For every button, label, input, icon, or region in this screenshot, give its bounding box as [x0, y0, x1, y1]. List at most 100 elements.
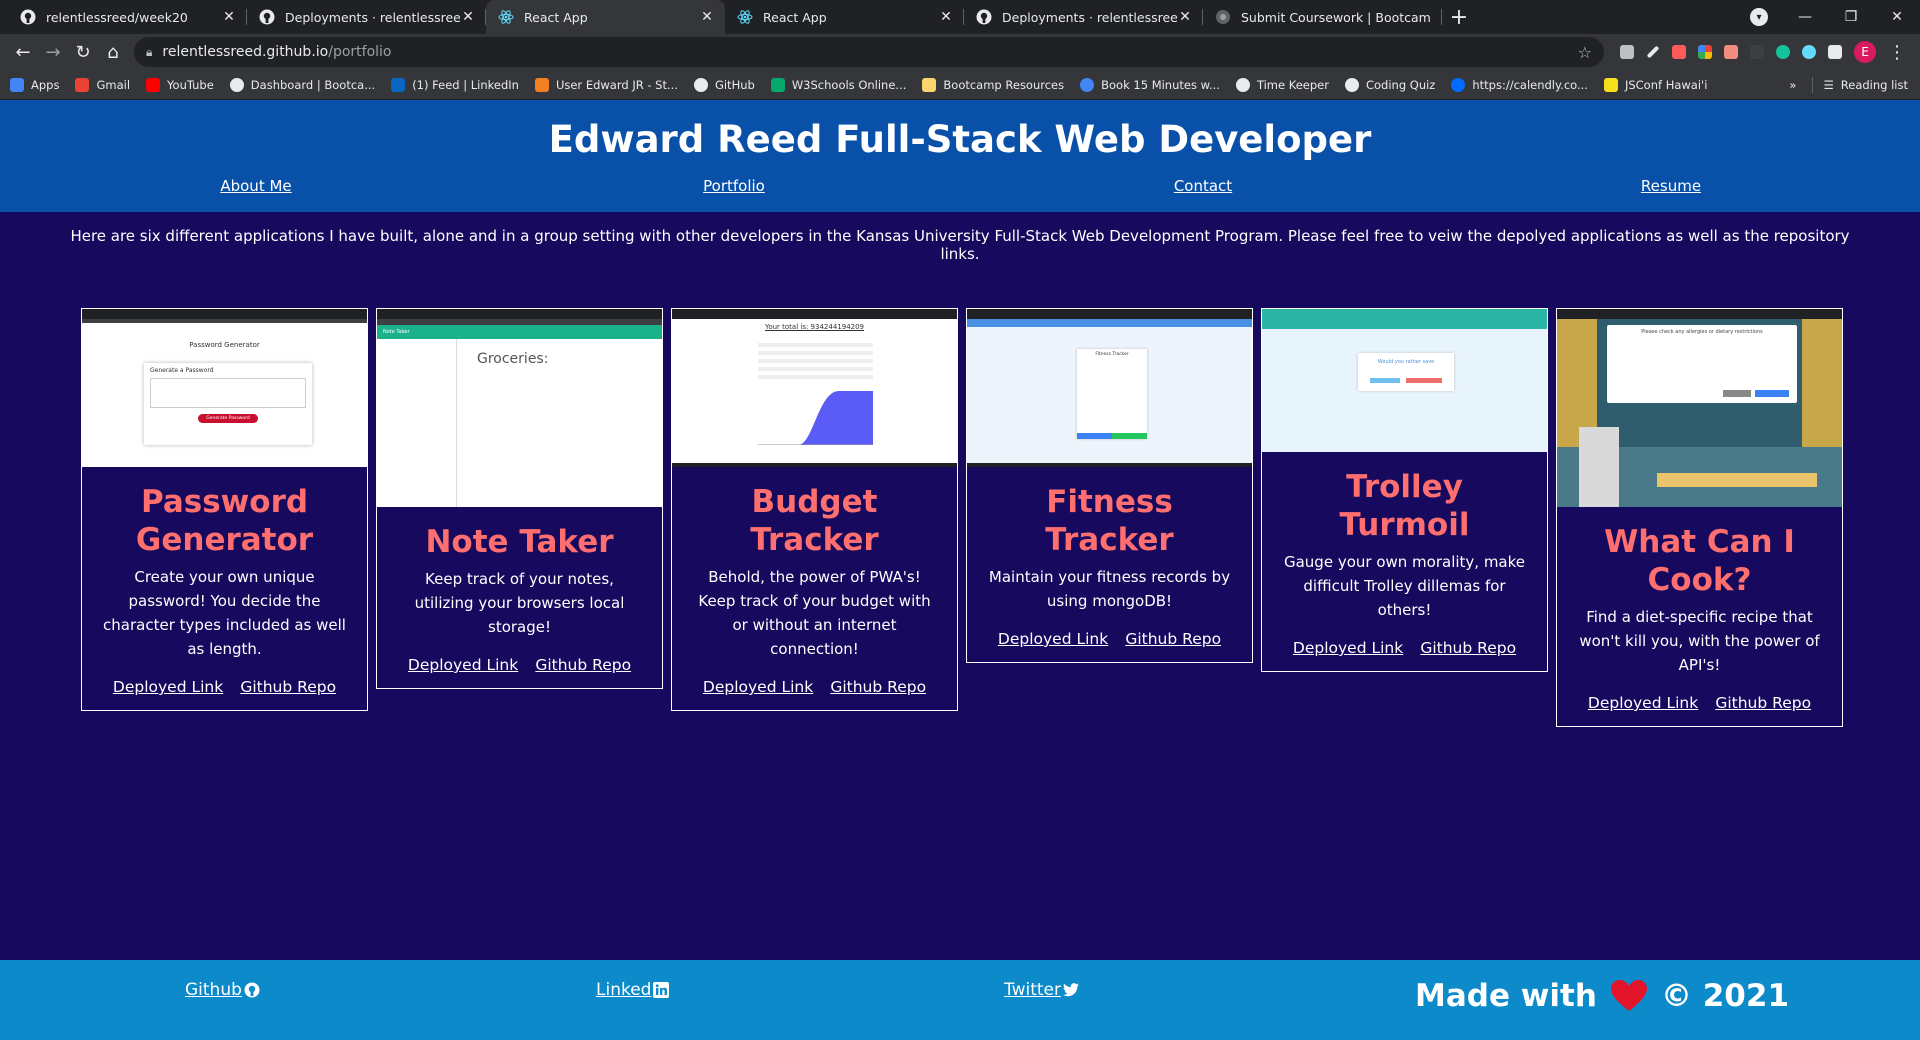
bookmark-star-icon[interactable]: ☆: [1578, 43, 1592, 62]
gmail-icon: [75, 77, 90, 92]
close-icon[interactable]: ✕: [938, 9, 954, 25]
profile-avatar[interactable]: E: [1854, 41, 1876, 63]
github-icon: [976, 9, 992, 25]
nav-about-me[interactable]: About Me: [220, 177, 291, 195]
close-icon[interactable]: ✕: [460, 9, 476, 25]
bookmark-github[interactable]: GitHub: [693, 77, 755, 92]
tab-search-icon[interactable]: ▾: [1750, 8, 1768, 26]
github-repo-link[interactable]: Github Repo: [1125, 630, 1221, 648]
card-title: What Can I Cook?: [1604, 524, 1795, 598]
card-note-taker: Note Taker Groceries: Note Taker Keep tr…: [376, 308, 663, 689]
grammarly-icon[interactable]: [1770, 37, 1796, 67]
url-path: /portfolio: [328, 44, 392, 60]
github-repo-link[interactable]: Github Repo: [830, 678, 926, 696]
close-icon[interactable]: ✕: [1177, 9, 1193, 25]
maximize-icon[interactable]: ❐: [1828, 0, 1874, 34]
github-repo-link[interactable]: Github Repo: [535, 656, 631, 674]
made-with-label: Made with: [1415, 978, 1597, 1014]
project-screenshot[interactable]: Fitness Tracker: [967, 309, 1252, 467]
close-icon[interactable]: ✕: [221, 9, 237, 25]
color-extension-icon[interactable]: [1666, 37, 1692, 67]
deployed-link[interactable]: Deployed Link: [408, 656, 518, 674]
apps-grid-icon: [10, 77, 24, 92]
deployed-link[interactable]: Deployed Link: [1293, 639, 1403, 657]
card-links: Deployed Link Github Repo: [967, 629, 1252, 648]
thumb-heading: Would you rather save: [1377, 359, 1435, 365]
nav-portfolio[interactable]: Portfolio: [703, 177, 765, 195]
site-title: Edward Reed Full-Stack Web Developer: [548, 118, 1372, 161]
reload-icon[interactable]: ↻: [68, 37, 98, 67]
github-icon: [693, 77, 708, 92]
dark-extension-icon[interactable]: [1744, 37, 1770, 67]
project-screenshot[interactable]: Please check any allergies or dietary re…: [1557, 309, 1842, 507]
tab-deployments-2[interactable]: Deployments · relentlessreed/we ✕: [964, 0, 1203, 34]
window-controls: — ❐ ✕: [1782, 0, 1920, 34]
puzzle-extensions-icon[interactable]: [1822, 37, 1848, 67]
extension-icon[interactable]: [1614, 37, 1640, 67]
project-screenshot[interactable]: Your total is: 934244194209: [672, 309, 957, 467]
made-with-text: Made with © 2021: [1415, 978, 1789, 1014]
card-description: Keep track of your notes, utilizing your…: [414, 570, 625, 636]
bookmark-youtube[interactable]: YouTube: [146, 77, 214, 92]
back-icon[interactable]: ←: [8, 37, 38, 67]
bookmark-gmail[interactable]: Gmail: [75, 77, 130, 92]
deployed-link[interactable]: Deployed Link: [703, 678, 813, 696]
bookmark-apps[interactable]: Apps: [10, 77, 59, 92]
bookmark-dashboard[interactable]: Dashboard | Bootca...: [229, 77, 375, 92]
tab-react-app[interactable]: React App ✕: [725, 0, 964, 34]
project-screenshot[interactable]: Would you rather save: [1262, 309, 1547, 452]
github-repo-link[interactable]: Github Repo: [1420, 639, 1516, 657]
nav-contact[interactable]: Contact: [1174, 177, 1232, 195]
nav-resume[interactable]: Resume: [1641, 177, 1701, 195]
minimize-icon[interactable]: —: [1782, 0, 1828, 34]
close-window-icon[interactable]: ✕: [1874, 0, 1920, 34]
address-bar[interactable]: 🔒︎ relentlessreed.github.io /portfolio ☆: [134, 37, 1604, 67]
globe-icon: [1344, 77, 1359, 92]
footer-linkedin-link[interactable]: Linked: [596, 980, 670, 1000]
browser-toolbar: ← → ↻ ⌂ 🔒︎ relentlessreed.github.io /por…: [0, 34, 1920, 70]
bookmark-bootcamp-resources[interactable]: Bootcamp Resources: [922, 77, 1064, 92]
tab-week20[interactable]: relentlessreed/week20 ✕: [8, 0, 247, 34]
tab-label: React App: [524, 9, 588, 25]
project-screenshot[interactable]: Password Generator Generate a Password G…: [82, 309, 367, 467]
thumb-heading: Password Generator: [189, 341, 260, 349]
bookmark-jsconf[interactable]: JSConf Hawai'i: [1603, 77, 1707, 92]
react-devtools-icon[interactable]: [1796, 37, 1822, 67]
reading-list-button[interactable]: Reading list: [1841, 78, 1908, 92]
dashboard-icon: [229, 77, 244, 92]
bookmark-book-15[interactable]: Book 15 Minutes w...: [1080, 77, 1220, 92]
project-screenshot[interactable]: Note Taker Groceries:: [377, 309, 662, 507]
pen-extension-icon[interactable]: [1640, 37, 1666, 67]
bookmark-stackoverflow[interactable]: User Edward JR - St...: [534, 77, 678, 92]
tab-submit-coursework[interactable]: Submit Coursework | Bootcamp S: [1203, 0, 1442, 34]
home-icon[interactable]: ⌂: [98, 37, 128, 67]
close-icon[interactable]: ✕: [699, 9, 715, 25]
deployed-link[interactable]: Deployed Link: [113, 678, 223, 696]
bookmark-linkedin[interactable]: (1) Feed | LinkedIn: [391, 77, 519, 92]
card-links: Deployed Link Github Repo: [672, 677, 957, 696]
tab-react-app-active[interactable]: React App ✕: [486, 0, 725, 34]
footer-github-link[interactable]: Github: [185, 980, 260, 1000]
tab-label: Deployments · relentlessreed/we: [1002, 9, 1177, 25]
bookmark-w3schools[interactable]: W3Schools Online...: [770, 77, 906, 92]
github-repo-link[interactable]: Github Repo: [240, 678, 336, 696]
github-repo-link[interactable]: Github Repo: [1715, 694, 1811, 712]
more-bookmarks-icon[interactable]: »: [1789, 78, 1796, 92]
bookmark-coding-quiz[interactable]: Coding Quiz: [1344, 77, 1435, 92]
tab-deployments[interactable]: Deployments · relentlessreed/we ✕: [247, 0, 486, 34]
deployed-link[interactable]: Deployed Link: [1588, 694, 1698, 712]
react-icon: [737, 9, 753, 25]
bookmark-calendly[interactable]: https://calendly.co...: [1451, 77, 1588, 92]
new-tab-button[interactable]: +: [1442, 0, 1476, 34]
deployed-link[interactable]: Deployed Link: [998, 630, 1108, 648]
arrow-extension-icon[interactable]: [1718, 37, 1744, 67]
bookmark-time-keeper[interactable]: Time Keeper: [1235, 77, 1329, 92]
tab-label: React App: [763, 9, 827, 25]
google-extension-icon[interactable]: [1692, 37, 1718, 67]
heart-icon: [1610, 980, 1647, 1011]
menu-icon[interactable]: ⋮: [1882, 37, 1912, 67]
footer-twitter-link[interactable]: Twitter: [1004, 980, 1079, 1000]
thumb-heading: Please check any allergies or dietary re…: [1641, 329, 1763, 335]
forward-icon[interactable]: →: [38, 37, 68, 67]
thumb-heading: Fitness Tracker: [1095, 352, 1129, 357]
